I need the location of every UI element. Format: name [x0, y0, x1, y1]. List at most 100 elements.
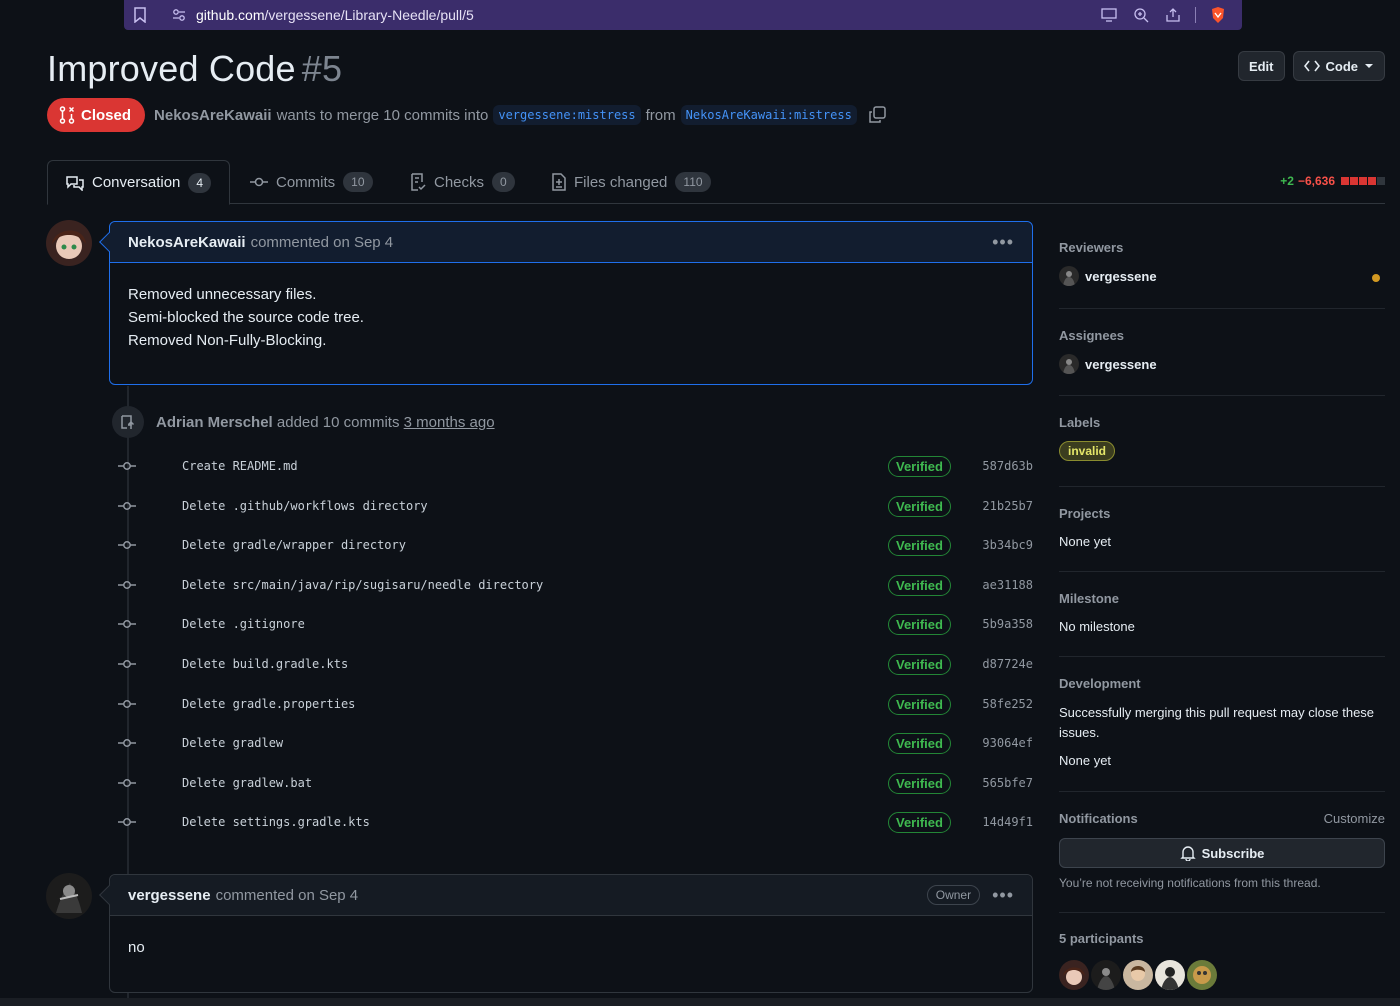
push-actor[interactable]: Adrian Merschel — [156, 414, 273, 431]
zoom-icon[interactable] — [1131, 5, 1151, 25]
commit-message[interactable]: Delete gradlew.bat — [182, 776, 312, 790]
tab-conversation[interactable]: Conversation 4 — [47, 160, 231, 205]
commit-sha[interactable]: 565bfe7 — [982, 776, 1033, 790]
verified-badge[interactable]: Verified — [888, 613, 951, 635]
customize-link[interactable]: Customize — [1324, 811, 1385, 826]
push-time[interactable]: 3 months ago — [404, 414, 495, 431]
tab-checks[interactable]: Checks 0 — [392, 160, 533, 204]
commit-message[interactable]: Create README.md — [182, 459, 298, 473]
commit-sha[interactable]: 21b25b7 — [982, 499, 1033, 513]
comment-vergessene: vergessene commented on Sep 4 Owner ••• … — [99, 874, 1033, 993]
commit-row: Delete settings.gradle.kts Verified 14d49f… — [118, 810, 1033, 834]
commit-message[interactable]: Delete gradle.properties — [182, 697, 355, 711]
commit-sha[interactable]: 5b9a358 — [982, 617, 1033, 631]
pr-tabs: Conversation 4 Commits 10 Checks 0 Files… — [47, 160, 1385, 205]
participant-avatar[interactable] — [1155, 960, 1185, 990]
bottom-strip — [0, 998, 1400, 1006]
more-options-icon[interactable]: ••• — [992, 885, 1014, 906]
commit-message[interactable]: Delete src/main/java/rip/sugisaru/needle… — [182, 578, 543, 592]
labels-heading[interactable]: Labels — [1059, 415, 1385, 430]
verified-badge[interactable]: Verified — [888, 693, 951, 715]
comment-line: Removed unnecessary files. — [128, 286, 317, 303]
pr-number: #5 — [301, 48, 343, 89]
participants-section: 5 participants — [1059, 931, 1385, 993]
verified-badge[interactable]: Verified — [888, 574, 951, 596]
commit-message[interactable]: Delete settings.gradle.kts — [182, 815, 370, 829]
commit-row: Delete gradle.properties Verified 58fe252 — [118, 692, 1033, 716]
copy-icon[interactable] — [868, 106, 886, 124]
verified-badge[interactable]: Verified — [888, 811, 951, 833]
commit-sha[interactable]: 14d49f1 — [982, 815, 1033, 829]
base-branch[interactable]: vergessene:mistress — [493, 105, 641, 125]
tab-label: Commits — [276, 173, 336, 191]
notifications-text: You’re not receiving notifications from … — [1059, 876, 1321, 890]
comment-meta[interactable]: commented on Sep 4 — [216, 887, 359, 904]
milestone-heading[interactable]: Milestone — [1059, 591, 1385, 606]
commit-row: Delete gradlew.bat Verified 565bfe7 — [118, 771, 1033, 795]
pr-author-link[interactable]: NekosAreKawaii — [154, 107, 272, 124]
commit-row: Delete gradle/wrapper directory Verified 3… — [118, 533, 1033, 557]
cast-icon[interactable] — [1099, 5, 1119, 25]
commit-sha[interactable]: 3b34bc9 — [982, 538, 1033, 552]
participant-avatar[interactable] — [1123, 960, 1153, 990]
tab-counter: 110 — [675, 172, 711, 192]
commit-sha[interactable]: 58fe252 — [982, 697, 1033, 711]
label-invalid[interactable]: invalid — [1059, 441, 1116, 461]
pr-title: Improved Code — [47, 48, 296, 89]
avatar — [1059, 354, 1079, 374]
commit-message[interactable]: Delete .gitignore — [182, 617, 305, 631]
from-text: from — [645, 106, 676, 124]
commit-icon — [118, 497, 136, 515]
tab-label: Files changed — [574, 173, 668, 191]
commit-sha[interactable]: d87724e — [982, 657, 1033, 671]
commit-icon — [118, 536, 136, 554]
development-heading[interactable]: Development — [1059, 676, 1385, 691]
verified-badge[interactable]: Verified — [888, 534, 951, 556]
reviewer-item[interactable]: vergessene — [1059, 266, 1385, 286]
participant-avatar[interactable] — [1059, 960, 1089, 990]
code-label: Code — [1325, 58, 1359, 74]
head-branch[interactable]: NekosAreKawaii:mistress — [680, 105, 857, 125]
comment-author[interactable]: NekosAreKawaii — [128, 234, 246, 251]
participant-avatar[interactable] — [1091, 960, 1121, 990]
code-button[interactable]: Code — [1292, 51, 1385, 81]
commit-message[interactable]: Delete build.gradle.kts — [182, 657, 348, 671]
reviewers-heading[interactable]: Reviewers — [1059, 240, 1385, 255]
more-options-icon[interactable]: ••• — [992, 232, 1014, 253]
site-settings-icon[interactable] — [172, 8, 186, 22]
bookmark-icon[interactable] — [134, 7, 146, 23]
comment-author[interactable]: vergessene — [128, 887, 211, 904]
commit-message[interactable]: Delete gradlew — [182, 736, 283, 750]
edit-button[interactable]: Edit — [1237, 51, 1285, 81]
commit-icon — [118, 576, 136, 594]
avatar-vergessene[interactable] — [46, 873, 92, 919]
reviewer-name: vergessene — [1085, 268, 1157, 284]
subscribe-button[interactable]: Subscribe — [1059, 838, 1385, 868]
owner-badge: Owner — [926, 885, 981, 905]
tab-commits[interactable]: Commits 10 — [232, 160, 391, 204]
share-icon[interactable] — [1163, 5, 1183, 25]
comment-nekosarekawaii: NekosAreKawaii commented on Sep 4 ••• Re… — [99, 221, 1033, 385]
avatar-nekosarekawaii[interactable] — [46, 220, 92, 266]
verified-badge[interactable]: Verified — [888, 495, 951, 517]
verified-badge[interactable]: Verified — [888, 455, 951, 477]
commit-sha[interactable]: 93064ef — [982, 736, 1033, 750]
assignees-heading[interactable]: Assignees — [1059, 328, 1385, 343]
commit-message[interactable]: Delete gradle/wrapper directory — [182, 538, 406, 552]
development-value: None yet — [1059, 753, 1112, 768]
comment-meta[interactable]: commented on Sep 4 — [251, 234, 394, 251]
commit-message[interactable]: Delete .github/workflows directory — [182, 499, 428, 513]
tab-files-changed[interactable]: Files changed 110 — [534, 160, 729, 204]
verified-badge[interactable]: Verified — [888, 732, 951, 754]
verified-badge[interactable]: Verified — [888, 653, 951, 675]
commit-sha[interactable]: ae31188 — [982, 578, 1033, 592]
participant-avatar[interactable] — [1187, 960, 1217, 990]
diffstat-block — [1350, 177, 1358, 185]
verified-badge[interactable]: Verified — [888, 772, 951, 794]
projects-heading[interactable]: Projects — [1059, 506, 1385, 521]
url-text[interactable]: github.com/vergessene/Library-Needle/pul… — [196, 7, 474, 23]
assignee-item[interactable]: vergessene — [1059, 354, 1385, 374]
brave-shield-icon[interactable] — [1208, 5, 1228, 25]
address-bar[interactable]: github.com/vergessene/Library-Needle/pul… — [124, 0, 1242, 30]
commit-sha[interactable]: 587d63b — [982, 459, 1033, 473]
